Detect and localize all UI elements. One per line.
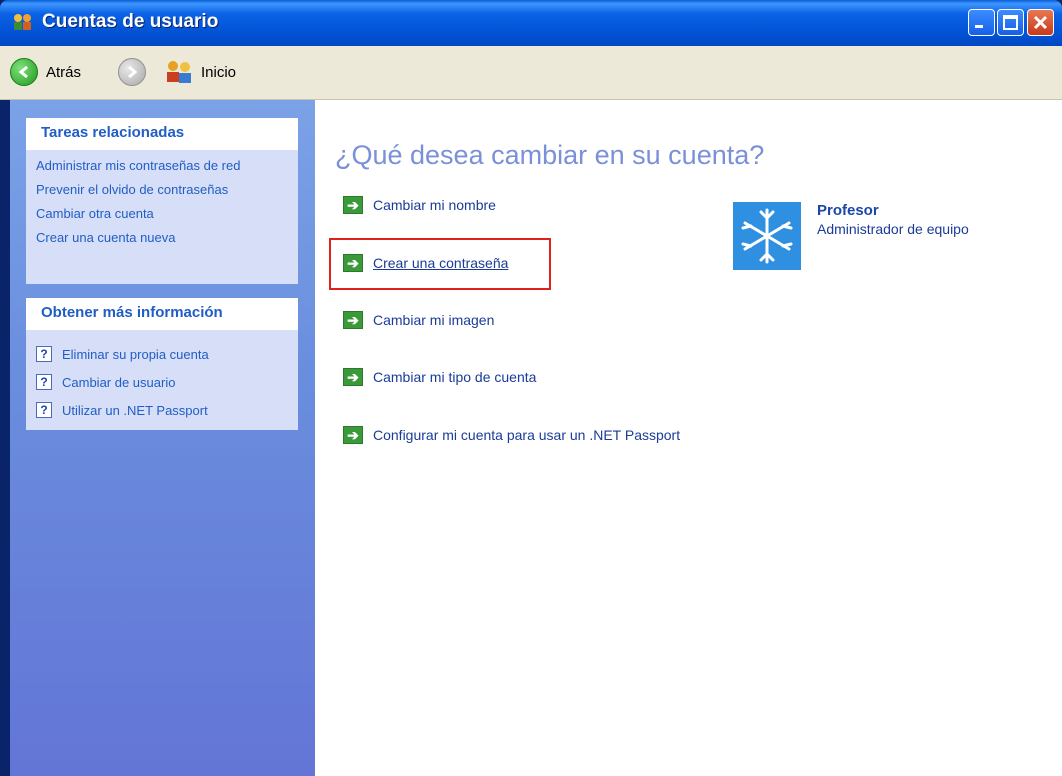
user-avatar[interactable] [733, 202, 801, 270]
close-icon [1033, 15, 1048, 30]
info-net-passport[interactable]: ? Utilizar un .NET Passport [36, 398, 292, 422]
title-bar[interactable]: Cuentas de usuario [0, 0, 1062, 46]
minimize-icon [975, 25, 983, 28]
related-tasks-heading: Tareas relacionadas [26, 118, 298, 150]
task-change-another-account[interactable]: Cambiar otra cuenta [36, 206, 292, 222]
back-button[interactable]: Atrás [10, 56, 81, 88]
toolbar: Atrás Inicio [0, 46, 1062, 100]
more-info-heading: Obtener más información [26, 298, 298, 330]
maximize-icon [1003, 15, 1018, 30]
help-icon: ? [36, 374, 52, 390]
action-setup-net-passport-label: Configurar mi cuenta para usar un .NET P… [373, 427, 681, 443]
task-prevent-forgotten-password[interactable]: Prevenir el olvido de contraseñas [36, 182, 292, 198]
home-button[interactable]: Inicio [165, 56, 236, 88]
action-change-account-type[interactable]: ➔ Cambiar mi tipo de cuenta [343, 368, 536, 386]
task-manage-network-passwords[interactable]: Administrar mis contraseñas de red [36, 158, 292, 174]
info-switch-user[interactable]: ? Cambiar de usuario [36, 370, 292, 394]
green-arrow-icon: ➔ [343, 368, 363, 386]
main-content: ¿Qué desea cambiar en su cuenta? ➔ Cambi… [315, 100, 1062, 776]
back-arrow-icon [10, 58, 38, 86]
action-change-name-label: Cambiar mi nombre [373, 197, 496, 213]
related-tasks-panel: Tareas relacionadas Administrar mis cont… [26, 118, 298, 284]
action-setup-net-passport[interactable]: ➔ Configurar mi cuenta para usar un .NET… [343, 426, 680, 444]
close-button[interactable] [1027, 9, 1054, 36]
user-role: Administrador de equipo [817, 221, 969, 237]
action-change-name[interactable]: ➔ Cambiar mi nombre [343, 196, 496, 214]
window-title: Cuentas de usuario [42, 11, 219, 32]
info-net-passport-label: Utilizar un .NET Passport [62, 402, 208, 418]
snowflake-icon [741, 208, 793, 264]
info-delete-account-label: Eliminar su propia cuenta [62, 346, 209, 362]
forward-button[interactable] [118, 56, 146, 88]
green-arrow-icon: ➔ [343, 254, 363, 272]
user-accounts-icon [14, 14, 31, 30]
action-change-account-type-label: Cambiar mi tipo de cuenta [373, 369, 537, 385]
user-accounts-window: Cuentas de usuario Atrás Inicio Tareas r… [0, 0, 1062, 776]
info-delete-account[interactable]: ? Eliminar su propia cuenta [36, 342, 292, 366]
more-info-panel: Obtener más información ? Eliminar su pr… [26, 298, 298, 430]
action-change-picture[interactable]: ➔ Cambiar mi imagen [343, 311, 494, 329]
forward-arrow-icon [118, 58, 146, 86]
home-label: Inicio [201, 63, 237, 81]
green-arrow-icon: ➔ [343, 426, 363, 444]
info-switch-user-label: Cambiar de usuario [62, 374, 176, 390]
task-create-new-account[interactable]: Crear una cuenta nueva [36, 230, 292, 246]
task-sidebar: Tareas relacionadas Administrar mis cont… [10, 100, 315, 776]
users-home-icon [167, 61, 191, 83]
action-create-password-label: Crear una contraseña [373, 255, 509, 271]
user-name: Profesor [817, 202, 879, 219]
action-create-password[interactable]: ➔ Crear una contraseña [343, 254, 508, 272]
help-icon: ? [36, 346, 52, 362]
minimize-button[interactable] [968, 9, 995, 36]
green-arrow-icon: ➔ [343, 196, 363, 214]
action-change-picture-label: Cambiar mi imagen [373, 312, 495, 328]
green-arrow-icon: ➔ [343, 311, 363, 329]
help-icon: ? [36, 402, 52, 418]
maximize-button[interactable] [997, 9, 1024, 36]
back-label: Atrás [46, 63, 82, 81]
page-title: ¿Qué desea cambiar en su cuenta? [335, 140, 765, 170]
